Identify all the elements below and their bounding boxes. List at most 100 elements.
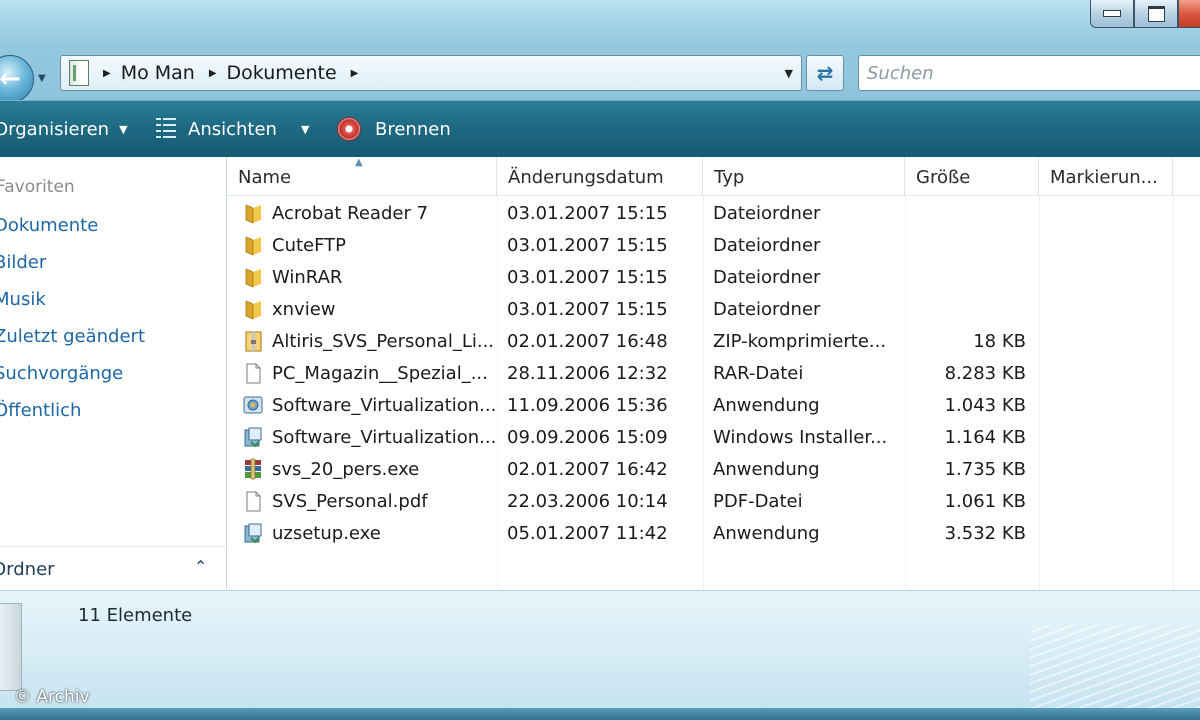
nav-link[interactable]: Dokumente	[0, 215, 145, 252]
command-bar: Organisieren ▼ Ansichten ▼ Brennen	[0, 100, 1200, 157]
folder-icon	[242, 202, 264, 224]
zip-icon	[242, 330, 264, 352]
file-row[interactable]: xnview 03.01.2007 15:15 Dateiordner	[227, 294, 1200, 326]
location-icon	[69, 60, 89, 86]
column-header-type[interactable]: Typ	[703, 157, 905, 195]
column-label: Änderungsdatum	[508, 167, 664, 188]
column-header-row: ▲ Name Änderungsdatum Typ Größe Markieru…	[227, 157, 1200, 196]
minimize-icon	[1103, 10, 1121, 17]
file-type: Dateiordner	[713, 203, 821, 224]
file-row[interactable]: Software_Virtualization... 11.09.2006 15:…	[227, 390, 1200, 422]
file-row[interactable]: Software_Virtualization... 09.09.2006 15:…	[227, 422, 1200, 454]
folder-icon	[242, 298, 264, 320]
window-bottom-border	[0, 708, 1200, 720]
file-type: PDF-Datei	[713, 491, 803, 512]
column-label: Größe	[916, 167, 971, 188]
file-row[interactable]: svs_20_pers.exe 02.01.2007 16:42 Anwendung…	[227, 454, 1200, 486]
installer-icon	[242, 426, 264, 448]
nav-link[interactable]: Suchvorgänge	[0, 363, 145, 400]
file-row[interactable]: WinRAR 03.01.2007 15:15 Dateiordner	[227, 262, 1200, 294]
breadcrumb-separator-icon[interactable]: ▶	[103, 68, 111, 79]
column-label: Typ	[714, 167, 745, 188]
burn-button[interactable]: Brennen	[337, 101, 451, 157]
nav-link[interactable]: Bilder	[0, 252, 145, 289]
title-bar	[0, 0, 1200, 48]
file-name: WinRAR	[272, 267, 343, 288]
winrar-archive-icon	[242, 458, 264, 480]
file-modified-date: 03.01.2007 15:15	[507, 203, 668, 224]
file-type: Anwendung	[713, 459, 820, 480]
maximize-button[interactable]	[1134, 0, 1178, 28]
file-size: 3.532 KB	[944, 523, 1026, 544]
minimize-button[interactable]	[1090, 0, 1134, 28]
file-type: Dateiordner	[713, 267, 821, 288]
refresh-button[interactable]: ⇄	[806, 55, 844, 91]
column-header-size[interactable]: Größe	[905, 157, 1039, 195]
file-modified-date: 02.01.2007 16:42	[507, 459, 668, 480]
organize-button[interactable]: Organisieren ▼	[0, 101, 128, 157]
breadcrumb-separator-icon[interactable]: ▶	[209, 68, 217, 79]
file-row[interactable]: Altiris_SVS_Personal_Li... 02.01.2007 16:…	[227, 326, 1200, 358]
column-label: Markierun...	[1050, 167, 1158, 188]
nav-link[interactable]: Musik	[0, 289, 145, 326]
organize-label: Organisieren	[0, 118, 110, 140]
file-size: 18 KB	[973, 331, 1026, 352]
file-size: 8.283 KB	[944, 363, 1026, 384]
breadcrumb-separator-icon[interactable]: ▶	[351, 68, 359, 79]
file-modified-date: 03.01.2007 15:15	[507, 299, 668, 320]
file-name: svs_20_pers.exe	[272, 459, 420, 480]
file-name: Software_Virtualization...	[272, 427, 497, 448]
details-pane: 11 Elemente © Archiv	[0, 590, 1200, 709]
file-size: 1.735 KB	[944, 459, 1026, 480]
file-name: PC_Magazin__Spezial_...	[272, 363, 488, 384]
close-button[interactable]	[1178, 0, 1200, 28]
file-name: uzsetup.exe	[272, 523, 381, 544]
search-input[interactable]: Suchen	[858, 55, 1200, 91]
column-header-date[interactable]: Änderungsdatum	[497, 157, 703, 195]
decorative-swoosh	[1030, 625, 1200, 709]
sort-ascending-icon: ▲	[355, 157, 363, 168]
breadcrumb-item[interactable]: Mo Man	[121, 62, 195, 84]
back-button[interactable]: ←	[0, 55, 34, 103]
views-button[interactable]: Ansichten ▼	[156, 101, 309, 157]
views-icon	[156, 118, 176, 140]
file-modified-date: 11.09.2006 15:36	[507, 395, 668, 416]
file-modified-date: 05.01.2007 11:42	[507, 523, 668, 544]
file-modified-date: 09.09.2006 15:09	[507, 427, 668, 448]
column-header-tags[interactable]: Markierun...	[1039, 157, 1173, 195]
arrow-left-icon: ←	[0, 64, 21, 94]
column-header-name[interactable]: ▲ Name	[227, 157, 497, 195]
views-label: Ansichten	[188, 118, 277, 140]
recent-pages-dropdown[interactable]: ▼	[38, 73, 50, 84]
folders-label: Ordner	[0, 559, 55, 580]
breadcrumb-item[interactable]: Dokumente	[227, 62, 337, 84]
file-size: 1.061 KB	[944, 491, 1026, 512]
folder-icon	[242, 266, 264, 288]
address-box[interactable]: ▶ Mo Man ▶ Dokumente ▶ ▼	[60, 55, 802, 91]
chevron-down-icon: ▼	[300, 122, 310, 136]
window-controls	[1090, 0, 1200, 28]
nav-link[interactable]: Zuletzt geändert	[0, 326, 145, 363]
file-row[interactable]: CuteFTP 03.01.2007 15:15 Dateiordner	[227, 230, 1200, 262]
favorite-links: Dokumente Bilder Musik Zuletzt geändert …	[0, 215, 145, 437]
nav-link[interactable]: Öffentlich	[0, 400, 145, 437]
file-name: xnview	[272, 299, 336, 320]
application-icon	[242, 394, 264, 416]
file-row[interactable]: uzsetup.exe 05.01.2007 11:42 Anwendung 3.53…	[227, 518, 1200, 550]
chevron-down-icon: ▼	[119, 122, 128, 136]
file-row[interactable]: SVS_Personal.pdf 22.03.2006 10:14 PDF-Date…	[227, 486, 1200, 518]
folders-toggle[interactable]: Ordner ⌃	[0, 546, 226, 590]
navigation-pane: Favoriten Dokumente Bilder Musik Zuletzt…	[0, 157, 227, 590]
file-name: Altiris_SVS_Personal_Li...	[272, 331, 495, 352]
file-size: 1.043 KB	[944, 395, 1026, 416]
burn-label: Brennen	[375, 118, 451, 140]
file-row[interactable]: Acrobat Reader 7 03.01.2007 15:15 Dateiord…	[227, 198, 1200, 230]
chevron-up-icon: ⌃	[194, 557, 208, 576]
file-rows: Acrobat Reader 7 03.01.2007 15:15 Dateiord…	[227, 198, 1200, 550]
file-size: 1.164 KB	[944, 427, 1026, 448]
address-history-dropdown[interactable]: ▼	[785, 67, 793, 80]
file-row[interactable]: PC_Magazin__Spezial_... 28.11.2006 12:32 R…	[227, 358, 1200, 390]
folder-icon	[242, 234, 264, 256]
image-credit: © Archiv	[14, 687, 90, 707]
item-count: 11 Elemente	[78, 605, 193, 626]
